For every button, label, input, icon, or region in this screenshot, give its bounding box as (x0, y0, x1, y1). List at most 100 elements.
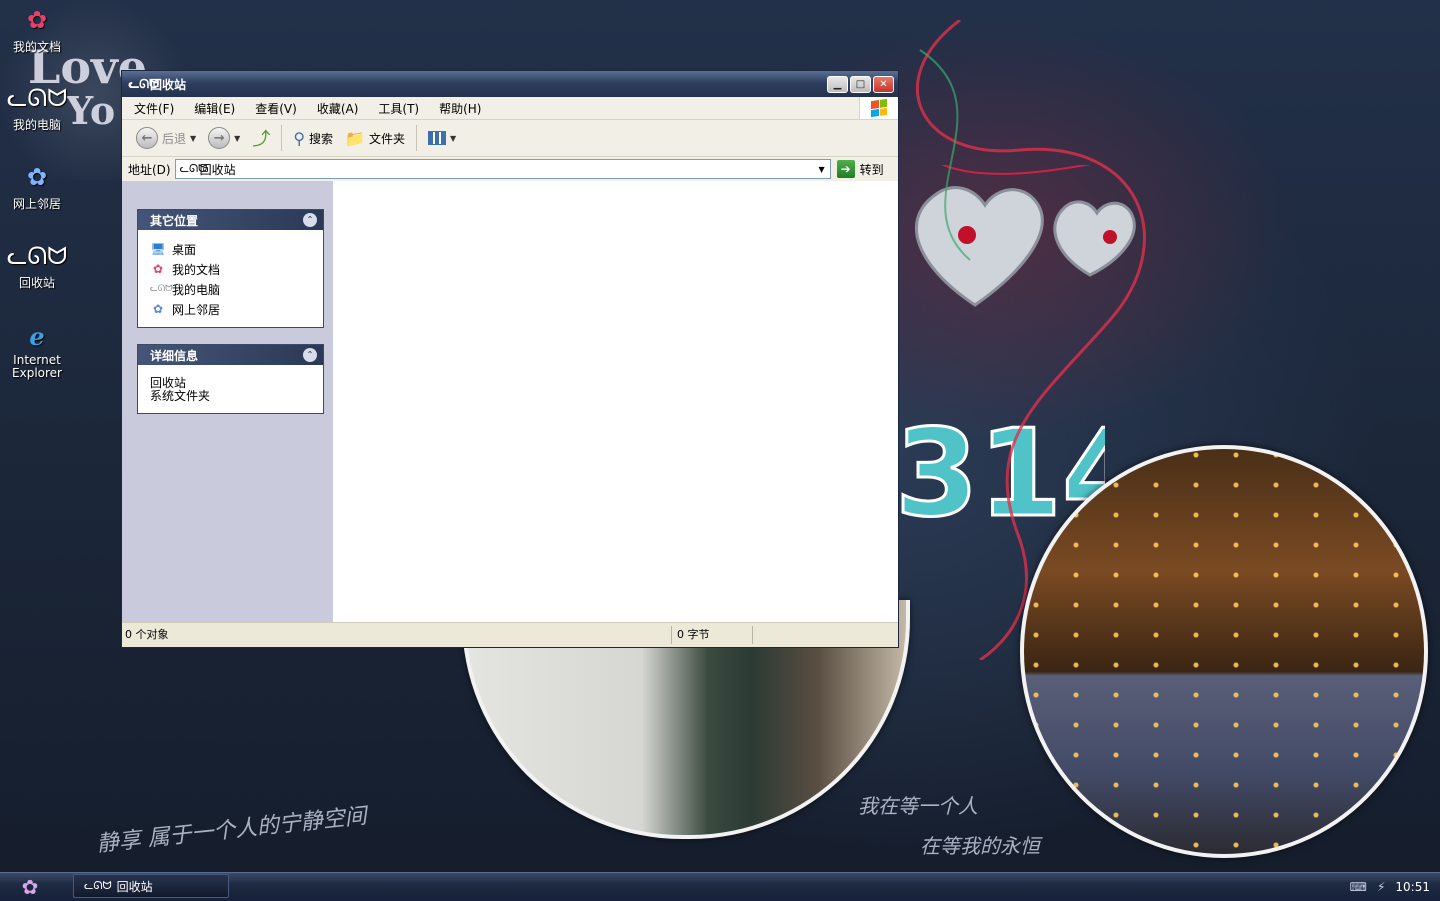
windows-logo-icon (859, 97, 898, 119)
chevron-down-icon[interactable]: ▼ (814, 160, 830, 178)
back-arrow-icon: ← (136, 127, 158, 149)
toolbar-divider (416, 125, 417, 151)
menu-bar: 文件(F) 编辑(E) 查看(V) 收藏(A) 工具(T) 帮助(H) (122, 97, 898, 120)
desktop-icon-my-documents[interactable]: ✿ 我的文档 (6, 4, 68, 55)
desktop-icon: 🖥 (150, 242, 166, 256)
task-pane: 其它位置 ⌃ 🖥 桌面 ✿ 我的文档 ᓚᘏᗢ 我的电脑 ✿ 网上邻居 详细信息 … (122, 181, 333, 623)
wallpaper-photo-right (1020, 445, 1428, 858)
address-input[interactable]: ᓚᘏᗢ 回收站 ▼ (174, 159, 831, 179)
address-label: 地址(D) (128, 162, 171, 177)
place-my-computer[interactable]: ᓚᘏᗢ 我的电脑 (150, 279, 313, 299)
status-object-count: 0 个对象 (122, 626, 672, 644)
folders-label: 文件夹 (368, 131, 405, 146)
go-button[interactable]: 转到 (860, 161, 884, 178)
back-label: 后退 (162, 131, 187, 146)
forward-arrow-icon: → (208, 127, 231, 149)
place-label: 我的电脑 (172, 282, 221, 297)
menu-view[interactable]: 查看(V) (243, 100, 305, 117)
forward-button[interactable]: → ▼ (204, 123, 244, 153)
search-label: 搜索 (309, 131, 334, 146)
views-button[interactable]: ▼ (424, 123, 460, 153)
desktop-icon-label: 我的电脑 (12, 118, 61, 132)
file-list-area[interactable] (333, 181, 898, 623)
clock[interactable]: 10:51 (1395, 880, 1430, 894)
desktop-icon-label: 我的文档 (12, 40, 61, 54)
window-title: 回收站 (150, 77, 187, 92)
view-grid-icon (428, 131, 446, 145)
desktop-icon-label: 回收站 (18, 276, 55, 290)
collapse-chevron-icon[interactable]: ⌃ (303, 348, 317, 362)
minimize-button[interactable]: ▁ (827, 75, 848, 93)
network-status-icon[interactable]: ⚡ (1377, 880, 1385, 894)
taskbar: ✿ ᓚᘏᗢ 回收站 ⌨ ⚡ 10:51 (0, 872, 1440, 901)
other-places-panel: 其它位置 ⌃ 🖥 桌面 ✿ 我的文档 ᓚᘏᗢ 我的电脑 ✿ 网上邻居 (137, 209, 324, 328)
desktop-icon-network[interactable]: ✿ 网上邻居 (6, 161, 68, 212)
address-bar: 地址(D) ᓚᘏᗢ 回收站 ▼ ➔ 转到 (122, 157, 898, 182)
folders-button[interactable]: 📁 文件夹 (341, 123, 409, 153)
chevron-down-icon: ▼ (234, 133, 241, 143)
window-titlebar[interactable]: ᓚᘏᗢ 回收站 ▁ □ ✕ (122, 71, 898, 97)
flower-icon: ✿ (152, 262, 164, 276)
place-label: 网上邻居 (172, 302, 221, 317)
menu-help[interactable]: 帮助(H) (427, 100, 489, 117)
recycle-bin-window: ᓚᘏᗢ 回收站 ▁ □ ✕ 文件(F) 编辑(E) 查看(V) 收藏(A) 工具… (121, 70, 899, 648)
wallpaper-you-text: Yo (66, 88, 116, 133)
wallpaper-quote-right-1: 我在等一个人 (858, 794, 978, 818)
place-my-documents[interactable]: ✿ 我的文档 (150, 259, 313, 279)
details-panel: 详细信息 ⌃ 回收站 系统文件夹 (137, 344, 324, 414)
wallpaper-quote-left: 静享 属于一个人的宁静空间 (95, 803, 368, 858)
hello-kitty-icon: ᓚᘏᗢ (84, 879, 112, 892)
menu-favorites[interactable]: 收藏(A) (305, 100, 367, 117)
details-header[interactable]: 详细信息 ⌃ (138, 345, 323, 365)
toolbar-divider (281, 125, 283, 151)
search-button[interactable]: ⚲ 搜索 (289, 123, 337, 153)
address-value: 回收站 (199, 162, 236, 177)
status-size: 0 字节 (672, 626, 753, 644)
menu-tools[interactable]: 工具(T) (366, 100, 427, 117)
back-button[interactable]: ← 后退 ▼ (132, 123, 200, 153)
up-folder-button[interactable]: ⤴ (248, 123, 274, 153)
system-tray: ⌨ ⚡ 10:51 (1350, 873, 1440, 901)
close-button[interactable]: ✕ (873, 75, 894, 93)
hello-kitty-icon: ᓚᘏᗢ (179, 162, 208, 175)
desktop-icon-recycle-bin[interactable]: ᓚᘏᗢ 回收站 (6, 240, 68, 291)
hello-kitty-icon: ᓚᘏᗢ (150, 284, 173, 294)
network-icon: ✿ (152, 302, 164, 316)
desktop-icon-my-computer[interactable]: ᓚᘏᗢ 我的电脑 (6, 82, 68, 133)
hello-kitty-icon: ᓚᘏᗢ (128, 77, 160, 91)
start-button[interactable]: ✿ (8, 875, 52, 899)
chevron-down-icon: ▼ (450, 133, 457, 143)
folder-icon: 📁 (345, 128, 365, 148)
place-label: 我的文档 (172, 262, 221, 277)
place-network[interactable]: ✿ 网上邻居 (150, 299, 313, 319)
taskbar-item-recycle-bin[interactable]: ᓚᘏᗢ 回收站 (73, 874, 229, 898)
search-icon: ⚲ (293, 128, 306, 148)
other-places-header[interactable]: 其它位置 ⌃ (138, 210, 323, 230)
hello-kitty-icon: ᓚᘏᗢ (6, 242, 68, 270)
desktop-icon-internet-explorer[interactable]: e Internet Explorer (6, 320, 68, 380)
flower-icon: ✿ (21, 875, 39, 899)
wallpaper-quote-right-2: 在等我的永恒 (920, 834, 1040, 858)
details-type: 系统文件夹 (150, 389, 211, 403)
ie-icon: e (29, 321, 45, 351)
up-folder-icon: ⤴ (252, 129, 271, 150)
go-arrow-icon[interactable]: ➔ (836, 160, 855, 178)
place-label: 桌面 (172, 242, 197, 257)
panel-title: 详细信息 (150, 348, 199, 363)
keyboard-icon[interactable]: ⌨ (1350, 880, 1367, 894)
panel-title: 其它位置 (150, 213, 199, 228)
desktop-icon-label: Internet Explorer (12, 353, 62, 380)
taskbar-item-label: 回收站 (116, 879, 153, 894)
collapse-chevron-icon[interactable]: ⌃ (303, 213, 317, 227)
place-desktop[interactable]: 🖥 桌面 (150, 239, 313, 259)
menu-file[interactable]: 文件(F) (122, 100, 182, 117)
desktop-icon-label: 网上邻居 (12, 197, 61, 211)
status-bar: 0 个对象 0 字节 (122, 622, 898, 647)
maximize-button[interactable]: □ (850, 75, 871, 93)
toolbar: ← 后退 ▼ → ▼ ⤴ ⚲ 搜索 📁 文件夹 ▼ (122, 120, 898, 157)
hello-kitty-icon: ᓚᘏᗢ (6, 84, 68, 112)
network-icon: ✿ (26, 163, 48, 191)
chevron-down-icon: ▼ (190, 133, 197, 143)
menu-edit[interactable]: 编辑(E) (182, 100, 243, 117)
flower-icon: ✿ (26, 6, 48, 34)
